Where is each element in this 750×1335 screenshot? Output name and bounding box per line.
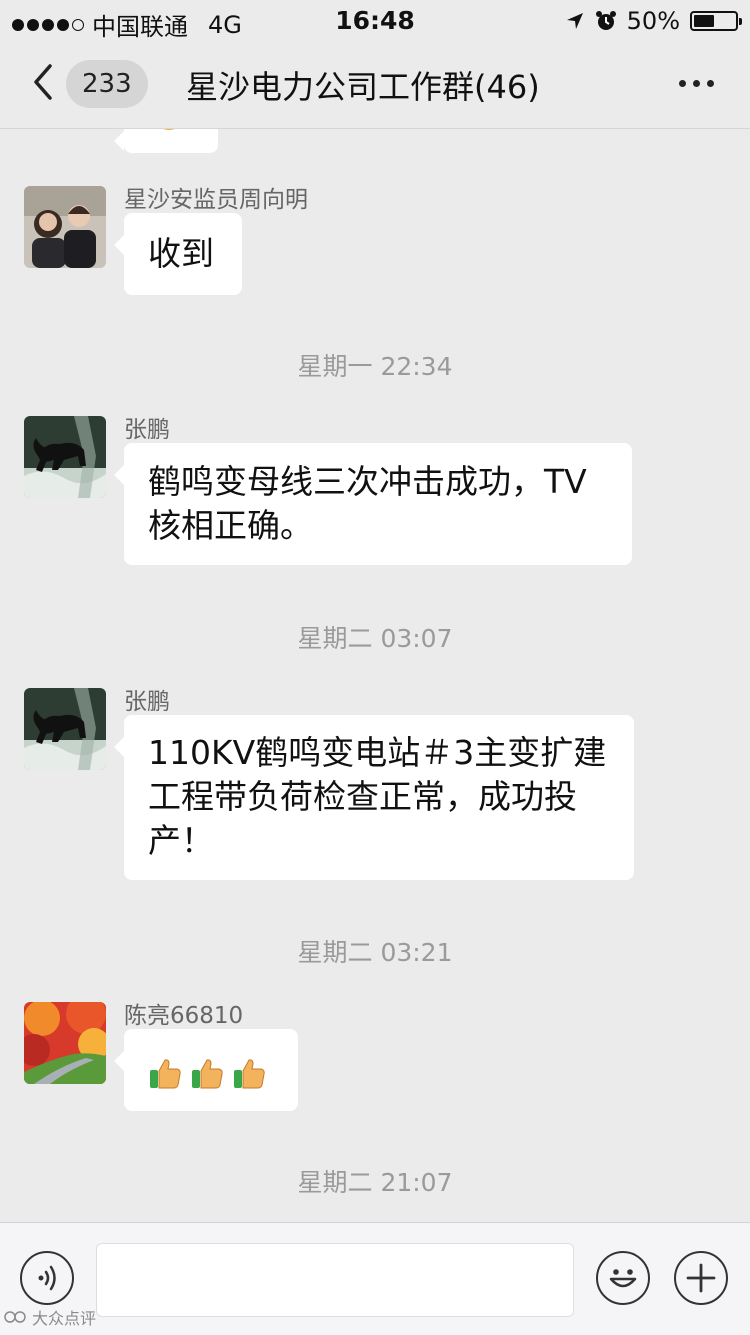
more-dots-icon bbox=[679, 80, 686, 87]
message-timestamp: 星期二 03:21 bbox=[297, 938, 453, 967]
message-text-line: 鹤鸣变母线三次冲击成功，TV bbox=[148, 462, 587, 501]
message-timestamp: 星期一 22:34 bbox=[297, 352, 453, 381]
message-list[interactable]: 星沙安监员周向明 收到 星期一 22:34 张鹏 鹤鸣变母线三次冲击成功，TV … bbox=[0, 129, 750, 1221]
message-text: 收到 bbox=[148, 234, 214, 273]
message-text-line: 工程带负荷检查正常，成功投 bbox=[148, 777, 577, 816]
emoji-partial-icon bbox=[163, 129, 175, 130]
message-text-line: 核相正确。 bbox=[148, 506, 313, 545]
plus-icon bbox=[686, 1263, 716, 1293]
unread-count-badge[interactable]: 233 bbox=[66, 60, 148, 108]
status-bar: 中国联通 4G 16:48 50% bbox=[0, 0, 750, 41]
chat-header: 233 星沙电力公司工作群(46) bbox=[0, 40, 750, 129]
page-title: 星沙电力公司工作群(46) bbox=[186, 68, 540, 106]
avatar[interactable] bbox=[24, 416, 106, 498]
battery-percent: 50% bbox=[626, 7, 680, 35]
message-bubble[interactable]: 鹤鸣变母线三次冲击成功，TV 核相正确。 bbox=[114, 443, 632, 565]
watermark: 大众点评 bbox=[4, 1305, 96, 1329]
avatar[interactable] bbox=[24, 186, 106, 268]
status-right: 50% bbox=[565, 7, 742, 35]
sender-name: 张鹏 bbox=[124, 689, 170, 715]
message-text-line: 110KV鹤鸣变电站＃3主变扩建 bbox=[148, 733, 607, 772]
voice-icon bbox=[38, 1265, 56, 1291]
battery-icon bbox=[690, 11, 742, 31]
thumbs-up-icon bbox=[150, 1058, 181, 1088]
avatar[interactable] bbox=[24, 1002, 106, 1084]
avatar[interactable] bbox=[24, 688, 106, 770]
message-bubble[interactable] bbox=[114, 1029, 298, 1111]
more-actions-button[interactable] bbox=[674, 1251, 728, 1305]
message-bubble[interactable]: 收到 bbox=[114, 213, 242, 295]
chevron-left-icon bbox=[34, 64, 52, 100]
alarm-clock-icon bbox=[595, 11, 616, 30]
smiley-icon bbox=[609, 1269, 637, 1288]
message-bubble-partial[interactable] bbox=[114, 129, 218, 153]
sender-name: 星沙安监员周向明 bbox=[124, 187, 308, 213]
sender-name: 张鹏 bbox=[124, 417, 170, 443]
location-arrow-icon bbox=[566, 13, 583, 29]
message-input[interactable] bbox=[96, 1243, 574, 1317]
more-button[interactable] bbox=[679, 80, 714, 87]
message-timestamp: 星期二 21:07 bbox=[297, 1168, 453, 1197]
input-bar: 大众点评 bbox=[0, 1222, 750, 1335]
voice-button[interactable] bbox=[20, 1251, 74, 1305]
watermark-text: 大众点评 bbox=[32, 1309, 97, 1328]
message-bubble[interactable]: 110KV鹤鸣变电站＃3主变扩建 工程带负荷检查正常，成功投 产！ bbox=[114, 715, 634, 880]
back-button[interactable] bbox=[28, 62, 58, 102]
message-text-line: 产！ bbox=[148, 821, 214, 860]
battery-fill bbox=[694, 15, 714, 27]
sender-name: 陈亮66810 bbox=[124, 1003, 244, 1029]
thumbs-up-icon bbox=[234, 1058, 265, 1088]
thumbs-up-icon bbox=[192, 1058, 223, 1088]
watermark-logo-icon bbox=[4, 1311, 26, 1323]
emoji-button[interactable] bbox=[596, 1251, 650, 1305]
message-timestamp: 星期二 03:07 bbox=[297, 624, 453, 653]
